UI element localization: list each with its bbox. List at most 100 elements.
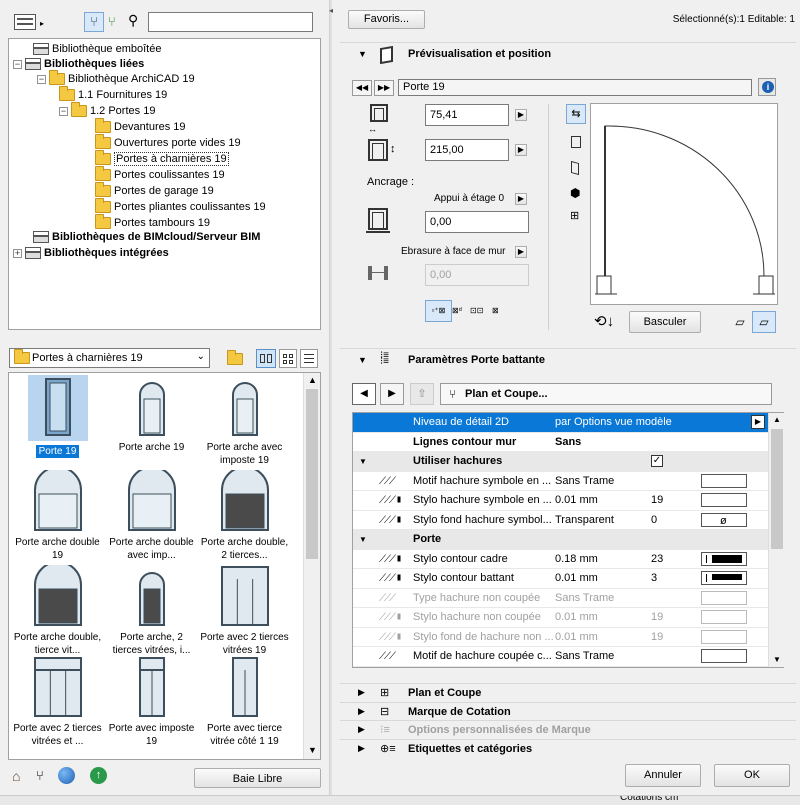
preview-section-header[interactable]: ▼ Prévisualisation et position xyxy=(340,42,796,66)
param-row[interactable]: Lignes contour mur Sans xyxy=(353,433,769,452)
use-hatch-checkbox[interactable]: ✓ xyxy=(651,455,663,467)
object-grid[interactable]: Porte 19 Porte arche 19 Porte arche avec i… xyxy=(8,372,321,760)
tree-item[interactable]: Portes pliantes coulissantes 19 xyxy=(95,198,266,215)
param-row[interactable]: ⟋⟋⟋ ▮ Stylo contour battant 0.01 mm 3 xyxy=(353,569,769,589)
object-thumbnail[interactable]: Porte avec 2 tierces vitrées et ... xyxy=(11,656,104,748)
tree-item[interactable]: − 1.2 Portes 19 xyxy=(59,102,155,119)
tree-expander-icon[interactable]: − xyxy=(13,59,22,69)
param-preview-box[interactable] xyxy=(701,473,747,488)
param-row[interactable]: ⟋⟋⟋ Motif hachure symbole en ... Sans Tram… xyxy=(353,472,769,491)
param-preview-box[interactable] xyxy=(701,571,747,585)
param-preview-box[interactable] xyxy=(701,551,747,566)
annuler-button[interactable]: Annuler xyxy=(625,764,701,787)
list-view-icon[interactable] xyxy=(300,349,318,368)
ebrasure-label[interactable]: Ebrasure à face de mur xyxy=(401,246,506,257)
collapse-triangle-icon[interactable]: ▼ xyxy=(359,530,367,549)
param-preview-box[interactable] xyxy=(701,590,747,605)
height-arrow-icon[interactable]: ▶ xyxy=(515,144,527,156)
object-thumbnail[interactable]: Porte arche 19 xyxy=(105,375,198,454)
object-thumbnail[interactable]: Porte arche avec imposte 19 xyxy=(198,375,291,467)
tree-item[interactable]: − Bibliothèques liées xyxy=(13,56,144,72)
favoris-button[interactable]: Favoris... xyxy=(348,10,425,29)
tree-item[interactable]: Bibliothèques de BIMcloud/Serveur BIM xyxy=(33,229,260,245)
flip-icon[interactable]: ⟲↓ xyxy=(594,312,614,330)
globe-icon[interactable] xyxy=(58,767,75,784)
tree-item[interactable]: Ouvertures porte vides 19 xyxy=(95,134,241,151)
add-object-icon[interactable]: ⑂ xyxy=(36,768,44,783)
anchor-option-2-icon[interactable]: ⊠ᵈ xyxy=(452,306,462,315)
ebrasure-arrow-icon[interactable]: ▶ xyxy=(515,246,527,258)
export-icon[interactable]: ⇧ xyxy=(410,383,434,405)
object-thumbnail[interactable]: Porte 19 xyxy=(11,375,104,458)
large-icons-view-icon[interactable] xyxy=(256,349,276,368)
3d-view-icon[interactable]: ⬢ xyxy=(570,186,580,200)
params-section-header[interactable]: ▼ ⁝≡ ⁝≡ Paramètres Porte battante xyxy=(340,348,796,372)
small-icons-view-icon[interactable] xyxy=(279,349,297,368)
mirror-selected-icon[interactable]: ▱ xyxy=(752,311,776,333)
plan-view-icon[interactable]: ⇆ xyxy=(566,104,586,124)
tree-item[interactable]: + Bibliothèques intégrées xyxy=(13,245,169,261)
basculer-button[interactable]: Basculer xyxy=(629,311,701,333)
chair-filter-icon[interactable]: ⑂ xyxy=(84,12,104,32)
prev-object-icon[interactable]: ◀◀ xyxy=(352,80,372,96)
object-thumbnail[interactable]: Porte arche double, tierce vit... xyxy=(11,561,104,657)
tree-item[interactable]: 1.1 Fournitures 19 xyxy=(59,86,167,103)
param-preview-box[interactable] xyxy=(701,610,747,624)
param-dropdown-arrow-icon[interactable]: ▶ xyxy=(751,415,765,429)
param-preview-box[interactable] xyxy=(701,629,747,644)
param-preview-box[interactable] xyxy=(701,493,747,507)
anchor-options-icon[interactable]: ▫⁺⊠ xyxy=(425,300,452,322)
tree-item[interactable]: Portes à charnières 19 xyxy=(95,150,229,167)
anchor-option-label[interactable]: Appui à étage 0 xyxy=(434,193,504,204)
object-thumbnail[interactable]: Porte avec tierce vitrée côté 1 19 xyxy=(198,656,291,748)
folder-up-icon[interactable] xyxy=(226,349,244,367)
param-row[interactable]: ⟋⟋⟋ ▮ Stylo fond de hachure non ... 0.01 m… xyxy=(353,628,769,647)
library-manager-icon[interactable]: ⌂ xyxy=(12,768,20,784)
prev-page-icon[interactable]: ◀ xyxy=(352,383,376,405)
params-list[interactable]: Niveau de détail 2D par Options vue modèl… xyxy=(352,412,784,668)
object-thumbnail[interactable]: Porte arche double 19 xyxy=(11,466,104,562)
param-row[interactable]: ⟋⟋⟋ ▮ Stylo fond hachure symbol... Transpa… xyxy=(353,511,769,530)
anchor-arrow-icon[interactable]: ▶ xyxy=(515,193,527,205)
anchor-option-4-icon[interactable]: ⊠ xyxy=(492,306,499,315)
param-row[interactable]: ⟋⟋⟋ ▮ Stylo hachure non coupée 0.01 mm 19 xyxy=(353,608,769,628)
param-row[interactable]: ▼ Utiliser hachures ✓ xyxy=(353,452,769,472)
panel-splitter[interactable] xyxy=(329,0,332,805)
tree-item[interactable]: Bibliothèque emboîtée xyxy=(33,41,161,57)
collapsed-section[interactable]: ▶ ⊕≡ Etiquettes et catégories xyxy=(340,739,796,757)
tree-item[interactable]: Portes de garage 19 xyxy=(95,182,214,199)
height-input[interactable]: 215,00 xyxy=(425,139,509,161)
param-row[interactable]: Niveau de détail 2D par Options vue modèl… xyxy=(353,413,769,433)
param-row[interactable]: ⟋⟋⟋ Motif de hachure coupée c... Sans Tram… xyxy=(353,647,769,667)
object-name-field[interactable]: Porte 19 xyxy=(398,79,752,96)
object-thumbnail[interactable]: Porte avec imposte 19 xyxy=(105,656,198,748)
info-icon[interactable]: i xyxy=(758,78,776,96)
param-row[interactable]: ⟋⟋⟋ ▮ Stylo hachure symbole en ... 0.01 mm… xyxy=(353,491,769,511)
view-mode-icon[interactable] xyxy=(14,14,36,30)
tree-expander-icon[interactable]: + xyxy=(13,248,22,258)
object-thumbnail[interactable]: Porte avec 2 tierces vitrées 19 xyxy=(198,565,291,657)
search-input[interactable] xyxy=(148,12,313,32)
anchor-option-3-icon[interactable]: ⊡⊡ xyxy=(470,306,483,315)
collapsed-section[interactable]: ▶ ⁝≡ Options personnalisées de Marque xyxy=(340,720,796,738)
param-row[interactable]: ⟋⟋⟋ ▮ Stylo contour cadre 0.18 mm 23 xyxy=(353,550,769,569)
baie-libre-button[interactable]: Baie Libre xyxy=(194,768,321,788)
tree-expander-icon[interactable]: − xyxy=(37,74,46,84)
side-view-icon[interactable] xyxy=(571,160,579,176)
chair-green-icon[interactable]: ⑂ xyxy=(108,14,116,29)
folder-dropdown[interactable]: Portes à charnières 19 ⌄ xyxy=(9,348,210,368)
front-view-icon[interactable] xyxy=(571,136,581,148)
preview-canvas[interactable] xyxy=(590,103,778,305)
search-icon[interactable]: ⚲ xyxy=(128,12,138,29)
object-thumbnail[interactable]: Porte arche, 2 tierces vitrées, i... xyxy=(105,565,198,657)
param-preview-box[interactable]: ø xyxy=(701,512,747,527)
chevron-down-icon[interactable]: ▸ xyxy=(40,19,44,28)
object-thumbnail[interactable]: Porte arche double, 2 tierces... xyxy=(198,466,291,562)
next-page-icon[interactable]: ▶ xyxy=(380,383,404,405)
library-tree[interactable]: Bibliothèque emboîtée − Bibliothèques liée… xyxy=(8,38,321,330)
param-row[interactable]: ⟋⟋⟋ Type hachure non coupée Sans Trame xyxy=(353,589,769,608)
tree-expander-icon[interactable]: − xyxy=(59,106,68,116)
params-page-selector[interactable]: ⑂ Plan et Coupe... xyxy=(440,383,772,405)
ok-button[interactable]: OK xyxy=(714,764,790,787)
ebrasure-value-input[interactable]: 0,00 xyxy=(425,264,529,286)
